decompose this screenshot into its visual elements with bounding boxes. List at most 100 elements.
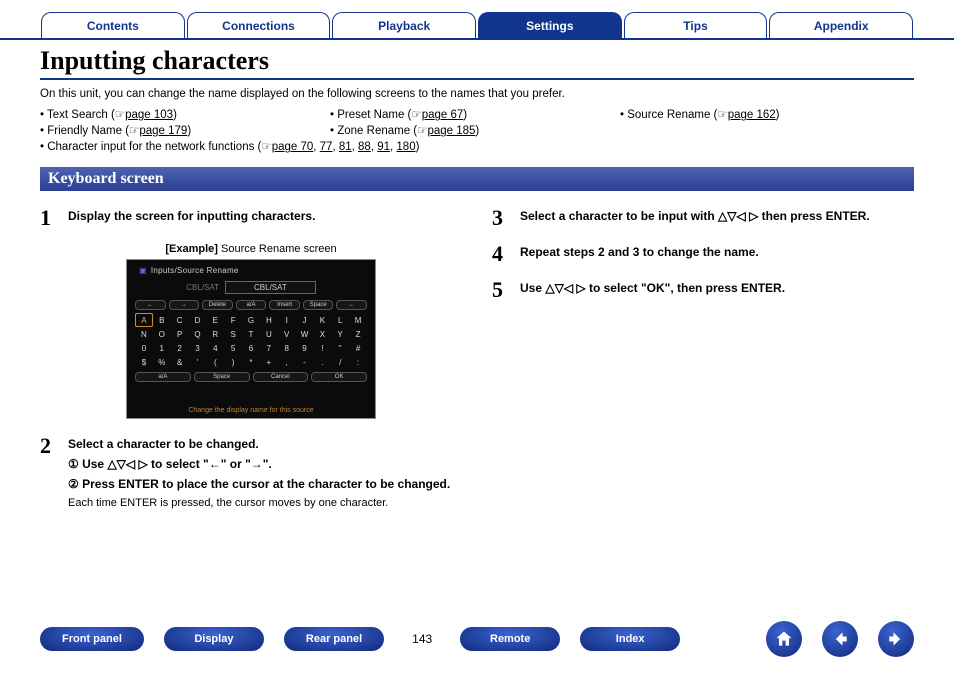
kb-pill: ← xyxy=(336,300,367,310)
kb-key: - xyxy=(296,355,314,369)
kb-bot-pill: Cancel xyxy=(253,372,309,382)
kb-key: O xyxy=(153,327,171,341)
step-4-text: Repeat steps 2 and 3 to change the name. xyxy=(520,245,759,259)
kb-pill: a/A xyxy=(236,300,267,310)
kb-key: 7 xyxy=(260,341,278,355)
kb-key: . xyxy=(313,355,331,369)
kb-key: G xyxy=(242,313,260,327)
kb-key: W xyxy=(296,327,314,341)
step-4: 4 Repeat steps 2 and 3 to change the nam… xyxy=(492,243,914,265)
kb-key: I xyxy=(278,313,296,327)
kb-key: Q xyxy=(189,327,207,341)
tab-contents[interactable]: Contents xyxy=(41,12,185,38)
kb-key: L xyxy=(331,313,349,327)
tab-row: Contents Connections Playback Settings T… xyxy=(0,0,954,40)
pointer-icon: ☞ xyxy=(115,109,125,121)
kb-key: Z xyxy=(349,327,367,341)
kb-pill: Insert xyxy=(269,300,300,310)
kb-pill: ← xyxy=(135,300,166,310)
keyboard-screenshot: ▣Inputs/Source Rename CBL/SAT CBL/SAT ← … xyxy=(126,259,376,419)
pointer-icon: ☞ xyxy=(417,125,427,137)
kb-key: A xyxy=(135,313,153,327)
bullet-preset-name: Preset Name xyxy=(337,109,404,121)
kb-key: V xyxy=(278,327,296,341)
display-button[interactable]: Display xyxy=(164,627,264,651)
tab-settings[interactable]: Settings xyxy=(478,12,622,38)
step-2: 2 Select a character to be changed. ① Us… xyxy=(40,435,462,512)
kb-key: ( xyxy=(206,355,224,369)
bullet-list: • Text Search (☞page 103) • Friendly Nam… xyxy=(40,105,914,153)
bottom-nav: Front panel Display Rear panel 143 Remot… xyxy=(0,621,954,657)
link-page-67[interactable]: page 67 xyxy=(422,109,464,121)
kb-key: T xyxy=(242,327,260,341)
kb-key: & xyxy=(171,355,189,369)
link-page-162[interactable]: page 162 xyxy=(728,109,776,121)
kb-toolbar: ← → Delete a/A Insert Space ← xyxy=(135,300,367,310)
step-3-text: Select a character to be input with △▽◁ … xyxy=(520,209,870,223)
kb-key: N xyxy=(135,327,153,341)
step-number: 1 xyxy=(40,207,68,229)
page-number: 143 xyxy=(404,632,440,646)
kb-grid: ABCDEFGHIJKLMNOPQRSTUVWXYZ0123456789!"#$… xyxy=(135,313,367,369)
link-page-81[interactable]: 81 xyxy=(339,141,352,153)
example-label: [Example] Source Rename screen xyxy=(40,243,462,255)
kb-footer: Change the display name for this source xyxy=(127,407,375,414)
kb-bot-pill: Space xyxy=(194,372,250,382)
kb-key: : xyxy=(349,355,367,369)
step-1: 1 Display the screen for inputting chara… xyxy=(40,207,462,229)
kb-key: B xyxy=(153,313,171,327)
tab-playback[interactable]: Playback xyxy=(332,12,476,38)
pointer-icon: ☞ xyxy=(261,141,271,153)
kb-bot-pill: a/A xyxy=(135,372,191,382)
kb-key: M xyxy=(349,313,367,327)
link-page-91[interactable]: 91 xyxy=(377,141,390,153)
bullet-source-rename: Source Rename xyxy=(627,109,710,121)
rear-panel-button[interactable]: Rear panel xyxy=(284,627,384,651)
kb-key: # xyxy=(349,341,367,355)
step-number: 2 xyxy=(40,435,68,512)
kb-key: 2 xyxy=(171,341,189,355)
kb-key: ' xyxy=(189,355,207,369)
step-number: 4 xyxy=(492,243,520,265)
page-title: Inputting characters xyxy=(40,46,914,80)
example-label-text: Source Rename screen xyxy=(218,243,337,255)
kb-key: % xyxy=(153,355,171,369)
index-button[interactable]: Index xyxy=(580,627,680,651)
kb-key: ) xyxy=(224,355,242,369)
link-page-180[interactable]: 180 xyxy=(396,141,415,153)
next-button[interactable] xyxy=(878,621,914,657)
link-page-185[interactable]: page 185 xyxy=(427,125,475,137)
remote-button[interactable]: Remote xyxy=(460,627,560,651)
kb-key: , xyxy=(278,355,296,369)
kb-pill: → xyxy=(169,300,200,310)
bullet-char-input: Character input for the network function… xyxy=(47,141,254,153)
step-2-lead: Select a character to be changed. xyxy=(68,435,462,453)
link-page-88[interactable]: 88 xyxy=(358,141,371,153)
kb-bot-pill: OK xyxy=(311,372,367,382)
kb-key: C xyxy=(171,313,189,327)
kb-key: " xyxy=(331,341,349,355)
link-page-103[interactable]: page 103 xyxy=(125,109,173,121)
link-page-77[interactable]: 77 xyxy=(320,141,333,153)
kb-pill: Delete xyxy=(202,300,233,310)
step-5-text: Use △▽◁ ▷ to select "OK", then press ENT… xyxy=(520,281,785,295)
tab-connections[interactable]: Connections xyxy=(187,12,331,38)
kb-key: J xyxy=(296,313,314,327)
bullet-friendly-name: Friendly Name xyxy=(47,125,122,137)
tab-tips[interactable]: Tips xyxy=(624,12,768,38)
home-icon xyxy=(774,629,794,649)
kb-key: 3 xyxy=(189,341,207,355)
home-button[interactable] xyxy=(766,621,802,657)
front-panel-button[interactable]: Front panel xyxy=(40,627,144,651)
kb-key: 5 xyxy=(224,341,242,355)
kb-key: $ xyxy=(135,355,153,369)
step-2-sub2: ② Press ENTER to place the cursor at the… xyxy=(68,475,462,493)
link-page-70[interactable]: page 70 xyxy=(272,141,314,153)
kb-header: Inputs/Source Rename xyxy=(151,266,239,275)
prev-button[interactable] xyxy=(822,621,858,657)
step-number: 5 xyxy=(492,279,520,301)
link-page-179[interactable]: page 179 xyxy=(139,125,187,137)
step-5: 5 Use △▽◁ ▷ to select "OK", then press E… xyxy=(492,279,914,301)
tab-appendix[interactable]: Appendix xyxy=(769,12,913,38)
arrow-right-icon xyxy=(886,629,906,649)
